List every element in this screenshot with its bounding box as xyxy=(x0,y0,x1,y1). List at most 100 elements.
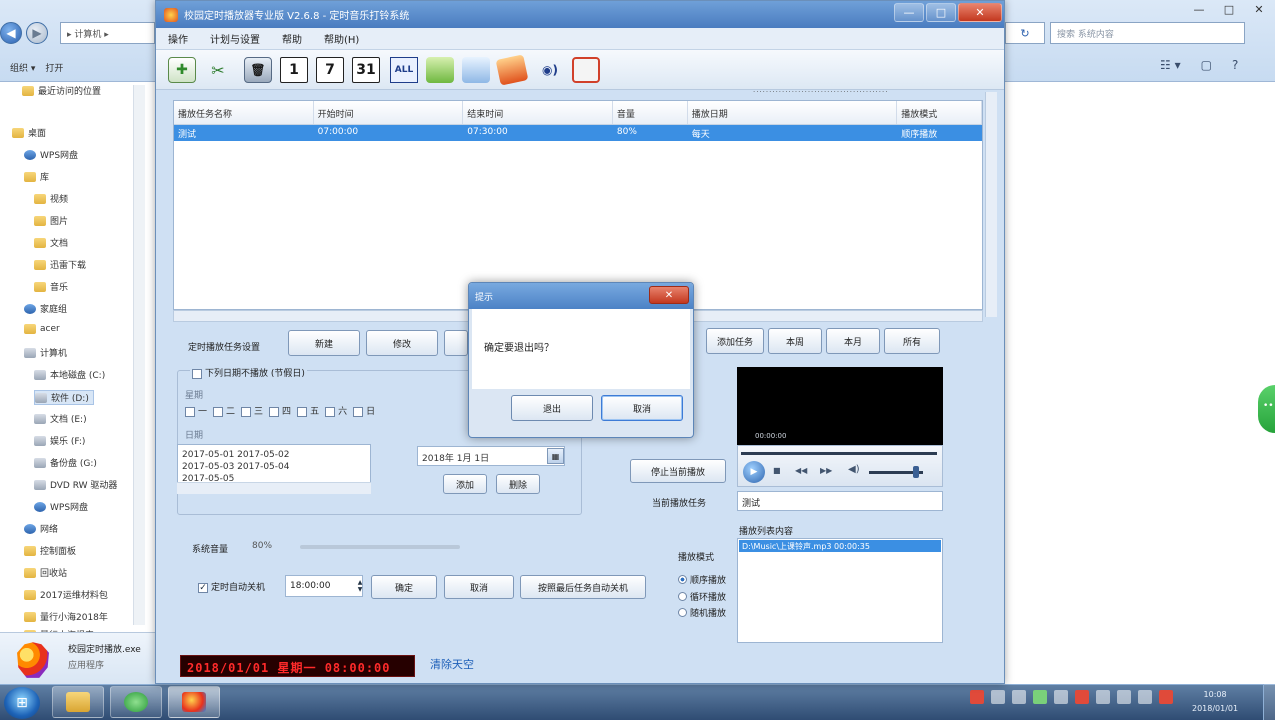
cancel-shutdown-button[interactable]: 取消 xyxy=(444,575,514,599)
tray-app-icon[interactable] xyxy=(1054,690,1068,704)
weekday-checkbox[interactable]: 三 xyxy=(241,404,263,417)
sidebar-item[interactable]: 计算机 xyxy=(24,346,71,359)
holiday-checkbox[interactable]: 下列日期不播放 (节假日) xyxy=(190,366,307,379)
preview-pane-icon[interactable]: ▢ xyxy=(1201,58,1212,72)
sidebar-item[interactable]: 本地磁盘 (C:) xyxy=(34,368,109,381)
dialog-titlebar[interactable]: 提示 ✕ xyxy=(469,283,693,309)
dialog-close-button[interactable]: ✕ xyxy=(649,286,689,304)
schedule-list[interactable]: 播放任务名称 开始时间 结束时间 音量 播放日期 播放模式 测试 07:00:0… xyxy=(173,100,983,310)
sidebar-item[interactable]: WPS网盘 xyxy=(24,148,82,161)
app-titlebar[interactable]: 校园定时播放器专业版 V2.6.8 - 定时音乐打铃系统 — □ ✕ xyxy=(156,1,1004,28)
network-status-icon[interactable] xyxy=(1096,690,1110,704)
date-picker-dropdown[interactable]: ▦ xyxy=(547,448,564,464)
sidebar-item[interactable]: 量行小海2018年 xyxy=(24,610,112,623)
new-task-icon[interactable]: ✚ xyxy=(168,57,196,83)
menu-operate[interactable]: 操作 xyxy=(168,31,188,46)
open-button[interactable]: 打开 xyxy=(45,61,63,74)
add-task-button[interactable]: 添加任务 xyxy=(706,328,764,354)
sidebar-scrollbar[interactable] xyxy=(133,85,145,625)
weekday-check-box[interactable] xyxy=(241,406,252,417)
month-view-icon[interactable]: 31 xyxy=(352,57,380,83)
music-library-icon[interactable] xyxy=(495,54,529,86)
network-icon[interactable] xyxy=(991,690,1005,704)
spin-down-icon[interactable]: ▼ xyxy=(358,586,363,593)
help-icon[interactable]: ? xyxy=(1232,58,1238,72)
holiday-check-box[interactable] xyxy=(192,368,202,379)
weekday-check-box[interactable] xyxy=(325,406,336,417)
edit-task-icon[interactable]: ✂ xyxy=(204,57,232,83)
sidebar-item[interactable]: 控制面板 xyxy=(24,544,80,557)
weekday-checkbox[interactable]: 一 xyxy=(185,404,207,417)
sidebar-item[interactable]: WPS网盘 xyxy=(34,500,92,513)
weekday-check-box[interactable] xyxy=(213,406,224,417)
shutdown-check-box[interactable] xyxy=(198,582,208,593)
new-button[interactable]: 新建 xyxy=(288,330,360,356)
volume-icon[interactable] xyxy=(1117,690,1131,704)
clock[interactable]: 10:08 2018/01/01 xyxy=(1192,688,1238,716)
weekday-checkbox[interactable]: 四 xyxy=(269,404,291,417)
menu-help[interactable]: 帮助 xyxy=(282,31,302,46)
export-icon[interactable] xyxy=(462,57,490,83)
speaker-icon[interactable]: ◀) xyxy=(848,464,860,475)
sidebar-item[interactable]: 图片 xyxy=(34,214,72,227)
sidebar-item[interactable]: DVD RW 驱动器 xyxy=(34,478,121,491)
maximize-button[interactable]: □ xyxy=(1215,0,1243,18)
playlist-box[interactable] xyxy=(737,538,943,643)
sidebar-item[interactable]: 2017运维材料包 xyxy=(24,588,112,601)
sidebar-item[interactable]: 视频 xyxy=(34,192,72,205)
sidebar-item[interactable]: 桌面 xyxy=(12,126,50,139)
weekday-check-box[interactable] xyxy=(353,406,364,417)
taskbar-player[interactable] xyxy=(168,686,220,718)
radio-loop[interactable] xyxy=(678,592,687,601)
col-mode[interactable]: 播放模式 xyxy=(897,101,982,124)
all-button[interactable]: 所有 xyxy=(884,328,940,354)
view-options-icon[interactable]: ☷ ▾ xyxy=(1160,58,1181,72)
ime-icon[interactable] xyxy=(1138,690,1152,704)
floating-widget[interactable] xyxy=(1258,385,1275,433)
spin-up-icon[interactable]: ▲ xyxy=(358,579,363,586)
taskbar-explorer[interactable] xyxy=(52,686,104,718)
weekday-checkbox[interactable]: 五 xyxy=(297,404,319,417)
mode-sequential[interactable]: 顺序播放 xyxy=(678,573,726,586)
table-row[interactable]: 测试 07:00:00 07:30:00 80% 每天 顺序播放 xyxy=(174,125,982,141)
flag-icon[interactable] xyxy=(1075,690,1089,704)
stop-playback-button[interactable]: 停止当前播放 xyxy=(630,459,726,483)
organize-menu[interactable]: 组织 ▾ xyxy=(10,61,35,74)
radio-sequential[interactable] xyxy=(678,575,687,584)
sidebar-item[interactable]: 文档 (E:) xyxy=(34,412,91,425)
sidebar-item[interactable]: 回收站 xyxy=(24,566,71,579)
weekday-check-box[interactable] xyxy=(297,406,308,417)
sidebar-item[interactable]: 音乐 xyxy=(34,280,72,293)
sidebar-item[interactable]: 最近访问的位置 xyxy=(22,84,105,97)
list-item[interactable]: D:\Music\上课铃声.mp3 00:00:35 xyxy=(739,540,941,552)
player-volume-knob[interactable] xyxy=(913,466,919,478)
date-picker[interactable]: 2018年 1月 1日 xyxy=(417,446,565,466)
menu-plan-settings[interactable]: 计划与设置 xyxy=(210,31,260,46)
list-vertical-scrollbar[interactable] xyxy=(985,92,997,317)
menu-help-h[interactable]: 帮助(H) xyxy=(324,31,359,46)
search-input[interactable]: 搜索 系统内容 xyxy=(1050,22,1245,44)
system-volume-slider[interactable] xyxy=(300,545,460,549)
app-maximize-button[interactable]: □ xyxy=(926,3,956,22)
seek-bar[interactable] xyxy=(741,452,937,455)
delete-task-icon[interactable]: 🗑 xyxy=(244,57,272,83)
weekday-check-box[interactable] xyxy=(269,406,280,417)
weekday-checkbox[interactable]: 六 xyxy=(325,404,347,417)
address-bar[interactable]: ▸ 计算机 ▸ xyxy=(60,22,155,44)
app-minimize-button[interactable]: — xyxy=(894,3,924,22)
prev-icon[interactable]: ◀◀ xyxy=(795,466,807,475)
all-view-icon[interactable]: ALL xyxy=(390,57,418,83)
col-end-time[interactable]: 结束时间 xyxy=(463,101,613,124)
time-spinner-arrows[interactable]: ▲ ▼ xyxy=(354,576,366,596)
col-volume[interactable]: 音量 xyxy=(613,101,688,124)
shield-icon[interactable] xyxy=(1033,690,1047,704)
col-task-name[interactable]: 播放任务名称 xyxy=(174,101,314,124)
sidebar-item[interactable]: 软件 (D:) xyxy=(34,390,94,405)
forward-button[interactable]: ▶ xyxy=(26,22,48,44)
sidebar-item[interactable]: 备份盘 (G:) xyxy=(34,456,101,469)
shutdown-after-last-task-button[interactable]: 按照最后任务自动关机 xyxy=(520,575,646,599)
play-button[interactable]: ▶ xyxy=(743,461,765,483)
close-button[interactable]: ✕ xyxy=(1245,0,1273,18)
weekday-checkbox[interactable]: 二 xyxy=(213,404,235,417)
refresh-button[interactable]: ↻ xyxy=(1005,22,1045,44)
